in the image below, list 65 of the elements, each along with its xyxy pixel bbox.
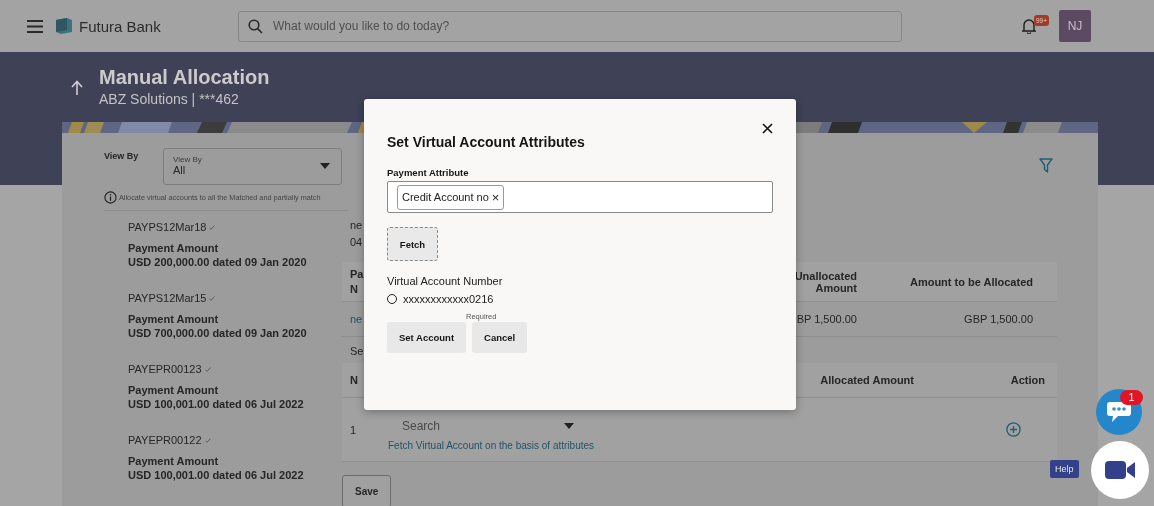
- row-number: 1: [350, 423, 358, 436]
- payment-label: Payment Amount: [128, 384, 220, 396]
- fetch-link[interactable]: Fetch Virtual Account on the basis of attributes: [388, 440, 975, 451]
- caret-icon: [564, 423, 574, 429]
- close-icon[interactable]: [762, 123, 773, 134]
- payment-amount: USD 100,001.00 dated 06 Jul 2022: [128, 398, 305, 410]
- account-number: xxxxxxxxxxxx0216: [403, 293, 494, 305]
- payment-amount: USD 100,001.00 dated 06 Jul 2022: [128, 469, 305, 481]
- attribute-chip[interactable]: Credit Account no ×: [397, 184, 505, 210]
- check-icon: [204, 437, 211, 443]
- save-button[interactable]: Save: [342, 475, 392, 506]
- payment-id[interactable]: PAYEPR00122: [128, 434, 202, 446]
- column-header: Pa N: [349, 267, 364, 296]
- set-account-button[interactable]: Set Account: [387, 322, 467, 353]
- add-icon[interactable]: [1006, 422, 1021, 437]
- check-icon: [204, 366, 211, 372]
- chat-badge: 1: [1120, 390, 1143, 405]
- payment-amount: USD 700,000.00 dated 09 Jan 2020: [128, 327, 308, 339]
- search-icon: [248, 18, 263, 34]
- detail-text: 04: [350, 236, 363, 248]
- page-title: Manual Allocation: [99, 66, 270, 89]
- payment-label: Payment Amount: [128, 455, 220, 467]
- field-label: Payment Attribute: [387, 167, 470, 178]
- payment-label: Payment Amount: [128, 313, 220, 325]
- video-camera-icon: [1105, 461, 1135, 479]
- chip-remove[interactable]: ×: [491, 189, 500, 205]
- menu-icon[interactable]: [27, 19, 43, 33]
- info-icon: [104, 191, 117, 204]
- bank-name: Futura Bank: [79, 17, 162, 35]
- logo-icon: [55, 17, 73, 35]
- view-by-label: View By: [104, 151, 140, 161]
- back-arrow-icon[interactable]: [71, 80, 83, 96]
- column-header: Action: [1009, 374, 1045, 386]
- column-header: Allocated Amount: [819, 374, 915, 386]
- table-link[interactable]: ne: [342, 311, 364, 327]
- modal-title: Set Virtual Account Attributes: [387, 134, 585, 150]
- detail-text: ne: [350, 219, 363, 231]
- column-header: Amount to be Allocated: [908, 275, 1034, 288]
- payment-label: Payment Amount: [128, 242, 220, 254]
- payment-id[interactable]: PAYPS12Mar18: [128, 221, 207, 233]
- column-header: N: [350, 374, 359, 386]
- chat-icon: [1106, 401, 1132, 423]
- page-subtitle: ABZ Solutions | ***462: [99, 91, 240, 107]
- caret-icon: [320, 163, 330, 169]
- chip-label: Credit Account no: [402, 191, 489, 203]
- payment-amount: USD 200,000.00 dated 09 Jan 2020: [128, 256, 308, 268]
- bell-icon[interactable]: [1022, 18, 1036, 34]
- table-cell-text: BP 1,500.00: [795, 313, 857, 325]
- payment-attribute-field[interactable]: Credit Account no ×: [387, 181, 773, 213]
- section-label: Se: [350, 345, 364, 357]
- check-icon: [209, 224, 216, 230]
- view-by-select[interactable]: View By All: [163, 148, 342, 185]
- check-icon: [209, 295, 216, 301]
- search-field[interactable]: What would you like to do today?: [238, 10, 902, 42]
- help-label[interactable]: Help: [1050, 460, 1079, 478]
- cancel-button[interactable]: Cancel: [472, 322, 528, 353]
- accounts-label: Virtual Account Number: [387, 275, 504, 287]
- avatar[interactable]: NJ: [1059, 10, 1092, 42]
- payment-id[interactable]: PAYPS12Mar15: [128, 292, 207, 304]
- payment-id[interactable]: PAYEPR00123: [128, 363, 202, 375]
- search-select[interactable]: Search: [400, 418, 564, 434]
- column-header: Unallocated Amount: [793, 269, 857, 294]
- table-cell-text: GBP 1,500.00: [963, 313, 1034, 325]
- fetch-button[interactable]: Fetch: [387, 227, 438, 261]
- filter-icon[interactable]: [1039, 158, 1053, 173]
